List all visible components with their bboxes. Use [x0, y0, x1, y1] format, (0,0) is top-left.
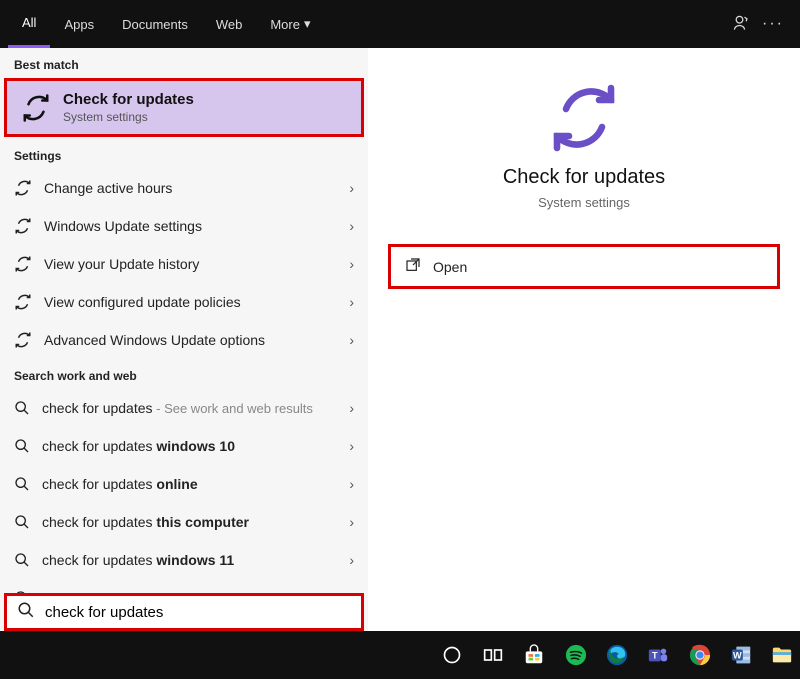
tab-apps[interactable]: Apps — [50, 0, 108, 48]
web-suggestion-label: check for updates windows 10 — [42, 438, 354, 454]
search-input[interactable] — [45, 604, 351, 621]
web-suggestion-label: check for updates windows 11 — [42, 552, 354, 568]
chevron-right-icon: › — [349, 438, 354, 454]
chrome-icon[interactable] — [682, 637, 717, 673]
edge-icon[interactable] — [599, 637, 634, 673]
store-icon[interactable] — [517, 637, 552, 673]
sync-icon — [541, 82, 627, 154]
web-suggestion-label: check for updates this computer — [42, 514, 354, 530]
more-options-icon[interactable]: ··· — [762, 15, 784, 33]
web-suggestion-label: check for updates - See work and web res… — [42, 400, 354, 416]
search-icon — [14, 514, 30, 530]
preview-subtitle: System settings — [378, 195, 790, 210]
web-suggestion-label: check for updates online — [42, 476, 354, 492]
chevron-right-icon: › — [349, 332, 354, 348]
settings-item[interactable]: View your Update history › — [0, 245, 368, 283]
settings-item[interactable]: View configured update policies › — [0, 283, 368, 321]
settings-item[interactable]: Change active hours › — [0, 169, 368, 207]
settings-item-label: Advanced Windows Update options — [44, 332, 354, 348]
chevron-down-icon: ▾ — [304, 16, 311, 32]
sync-icon — [14, 255, 32, 273]
file-explorer-icon[interactable] — [765, 637, 800, 673]
chevron-right-icon: › — [349, 256, 354, 272]
search-icon — [14, 476, 30, 492]
chevron-right-icon: › — [349, 180, 354, 196]
tab-more[interactable]: More ▾ — [256, 0, 324, 48]
settings-item[interactable]: Advanced Windows Update options › — [0, 321, 368, 359]
cortana-icon[interactable] — [434, 637, 469, 673]
search-icon — [17, 601, 35, 624]
settings-item-label: View configured update policies — [44, 294, 354, 310]
settings-item-label: View your Update history — [44, 256, 354, 272]
sync-icon — [14, 331, 32, 349]
word-icon[interactable]: W — [723, 637, 758, 673]
preview-title: Check for updates — [378, 166, 790, 189]
sync-icon — [21, 93, 51, 123]
chevron-right-icon: › — [349, 294, 354, 310]
spotify-icon[interactable] — [558, 637, 593, 673]
teams-icon[interactable]: T — [641, 637, 676, 673]
web-suggestion[interactable]: check for updates online › — [0, 465, 368, 503]
preview-panel: Check for updates System settings Open — [368, 48, 800, 631]
feedback-icon[interactable] — [732, 13, 752, 36]
chevron-right-icon: › — [349, 218, 354, 234]
chevron-right-icon: › — [349, 400, 354, 416]
web-suggestion[interactable]: check for updates this computer › — [0, 503, 368, 541]
web-suggestion[interactable]: check for updates windows 11 › — [0, 541, 368, 579]
section-best-match: Best match — [0, 48, 368, 78]
chevron-right-icon: › — [349, 514, 354, 530]
search-icon — [14, 438, 30, 454]
search-scope-tabs: All Apps Documents Web More ▾ ··· — [0, 0, 800, 48]
search-icon — [14, 400, 30, 416]
web-suggestion[interactable]: check for updates windows 10 › — [0, 427, 368, 465]
task-view-icon[interactable] — [475, 637, 510, 673]
search-box[interactable] — [4, 593, 364, 631]
open-label: Open — [433, 259, 467, 275]
best-match-title: Check for updates — [63, 91, 194, 108]
sync-icon — [14, 217, 32, 235]
tab-documents[interactable]: Documents — [108, 0, 202, 48]
web-suggestion[interactable]: check for updates - See work and web res… — [0, 389, 368, 427]
settings-item-label: Windows Update settings — [44, 218, 354, 234]
section-search-web: Search work and web — [0, 359, 368, 389]
results-panel: Best match Check for updates System sett… — [0, 48, 368, 631]
settings-item-label: Change active hours — [44, 180, 354, 196]
search-icon — [14, 552, 30, 568]
settings-item[interactable]: Windows Update settings › — [0, 207, 368, 245]
svg-text:W: W — [733, 651, 742, 661]
section-settings: Settings — [0, 139, 368, 169]
open-button[interactable]: Open — [388, 244, 780, 289]
chevron-right-icon: › — [349, 552, 354, 568]
svg-text:T: T — [652, 651, 658, 661]
tab-more-label: More — [270, 17, 300, 32]
sync-icon — [14, 293, 32, 311]
sync-icon — [14, 179, 32, 197]
tab-all[interactable]: All — [8, 0, 50, 48]
tab-web[interactable]: Web — [202, 0, 257, 48]
best-match-subtitle: System settings — [63, 110, 194, 124]
taskbar: T W — [0, 631, 800, 679]
open-icon — [405, 257, 421, 276]
best-match-result[interactable]: Check for updates System settings — [4, 78, 364, 137]
chevron-right-icon: › — [349, 476, 354, 492]
